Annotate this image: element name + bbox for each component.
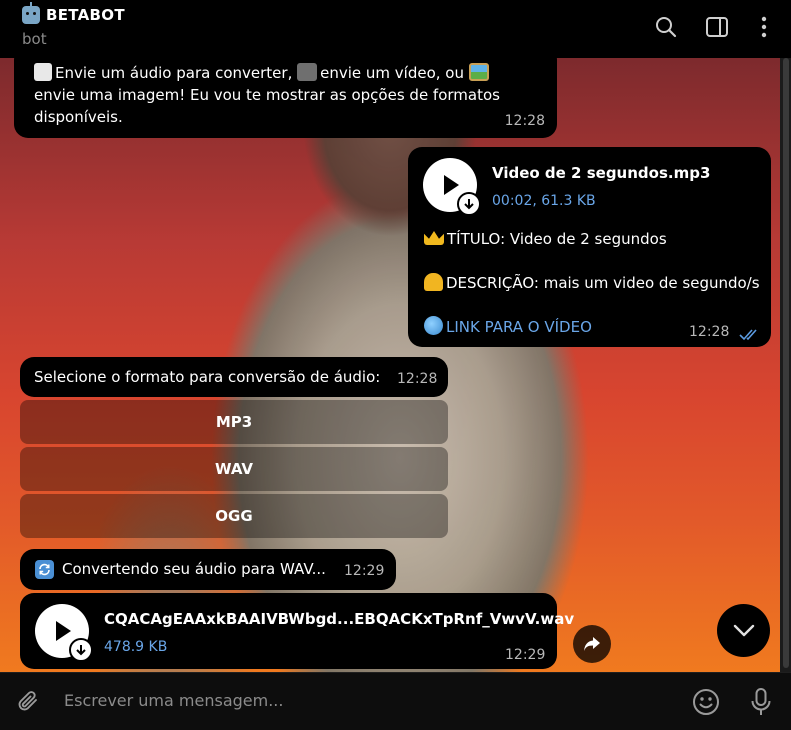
audio-message: Video de 2 segundos.mp3 00:02, 61.3 KB T… <box>408 147 771 347</box>
format-button-mp3[interactable]: MP3 <box>20 400 448 444</box>
welcome-text-2: envie um vídeo, ou <box>320 64 464 82</box>
title-text: TÍTULO: Video de 2 segundos <box>447 230 667 248</box>
select-format-message: Selecione o formato para conversão de áu… <box>20 357 448 397</box>
title-line: TÍTULO: Video de 2 segundos <box>424 228 667 250</box>
chat-subtitle: bot <box>22 30 47 48</box>
chat-scrollbar[interactable] <box>780 58 791 672</box>
welcome-text-1: Envie um áudio para converter, <box>55 64 293 82</box>
download-icon[interactable] <box>457 192 481 216</box>
converting-message: Convertendo seu áudio para WAV... 12:29 <box>20 549 396 590</box>
forward-button[interactable] <box>573 625 611 663</box>
read-checkmark-icon <box>739 325 761 347</box>
download-icon[interactable] <box>69 638 93 662</box>
emoji-icon[interactable] <box>691 687 721 717</box>
converting-text: Convertendo seu áudio para WAV... <box>62 560 326 578</box>
chat-header: BETABOT bot <box>0 0 791 58</box>
wav-filename[interactable]: CQACAgEAAxkBAAIVBWbgd...EBQACKxTpRnf_Vwv… <box>104 608 574 630</box>
description-line: DESCRIÇÃO: mais um video de segundo/s <box>424 272 760 294</box>
compose-bar: Escrever uma mensagem... <box>0 672 791 730</box>
chat-title[interactable]: BETABOT <box>46 6 125 24</box>
link-line[interactable]: LINK PARA O VÍDEO <box>424 316 592 338</box>
message-time: 12:29 <box>505 647 546 663</box>
chat-title-row[interactable]: BETABOT <box>22 2 125 24</box>
scroll-down-button[interactable] <box>717 604 770 657</box>
search-icon[interactable] <box>653 14 679 40</box>
refresh-icon <box>35 560 54 579</box>
share-arrow-icon <box>584 637 600 651</box>
video-camera-icon <box>297 63 318 81</box>
message-time: 12:28 <box>504 113 545 129</box>
crown-icon <box>424 231 444 245</box>
robot-emoji-icon <box>22 2 40 24</box>
welcome-line-3: disponíveis. <box>34 108 123 126</box>
attach-icon[interactable] <box>14 687 44 717</box>
select-format-text: Selecione o formato para conversão de áu… <box>34 368 381 386</box>
wav-size: 478.9 KB <box>104 639 168 655</box>
audio-filename[interactable]: Video de 2 segundos.mp3 <box>492 162 710 184</box>
music-note-icon <box>34 63 52 81</box>
picture-frame-icon <box>468 63 489 81</box>
sidebar-toggle-icon[interactable] <box>704 14 730 40</box>
message-time: 12:29 <box>344 563 385 579</box>
welcome-line-2: envie uma imagem! Eu vou te mostrar as o… <box>34 86 500 104</box>
chat-area[interactable]: Envie um áudio para converter, envie um … <box>0 58 780 672</box>
microphone-icon[interactable] <box>746 687 776 717</box>
scrollbar-thumb[interactable] <box>783 58 789 668</box>
welcome-line-1: Envie um áudio para converter, envie um … <box>34 62 539 84</box>
more-icon[interactable] <box>751 14 777 40</box>
chevron-down-icon <box>733 624 754 636</box>
description-text: DESCRIÇÃO: mais um video de segundo/s <box>446 274 760 292</box>
wav-file-message: CQACAgEAAxkBAAIVBWbgd...EBQACKxTpRnf_Vwv… <box>20 593 574 669</box>
message-time: 12:28 <box>397 371 438 387</box>
video-link[interactable]: LINK PARA O VÍDEO <box>446 318 592 336</box>
format-button-wav[interactable]: WAV <box>20 447 448 491</box>
welcome-message: Envie um áudio para converter, envie um … <box>14 58 557 138</box>
globe-icon <box>424 316 443 335</box>
format-button-ogg[interactable]: OGG <box>20 494 448 538</box>
audio-meta: 00:02, 61.3 KB <box>492 193 596 209</box>
message-time: 12:28 <box>689 324 730 340</box>
message-input[interactable]: Escrever uma mensagem... <box>64 691 283 710</box>
bell-icon <box>424 273 443 291</box>
